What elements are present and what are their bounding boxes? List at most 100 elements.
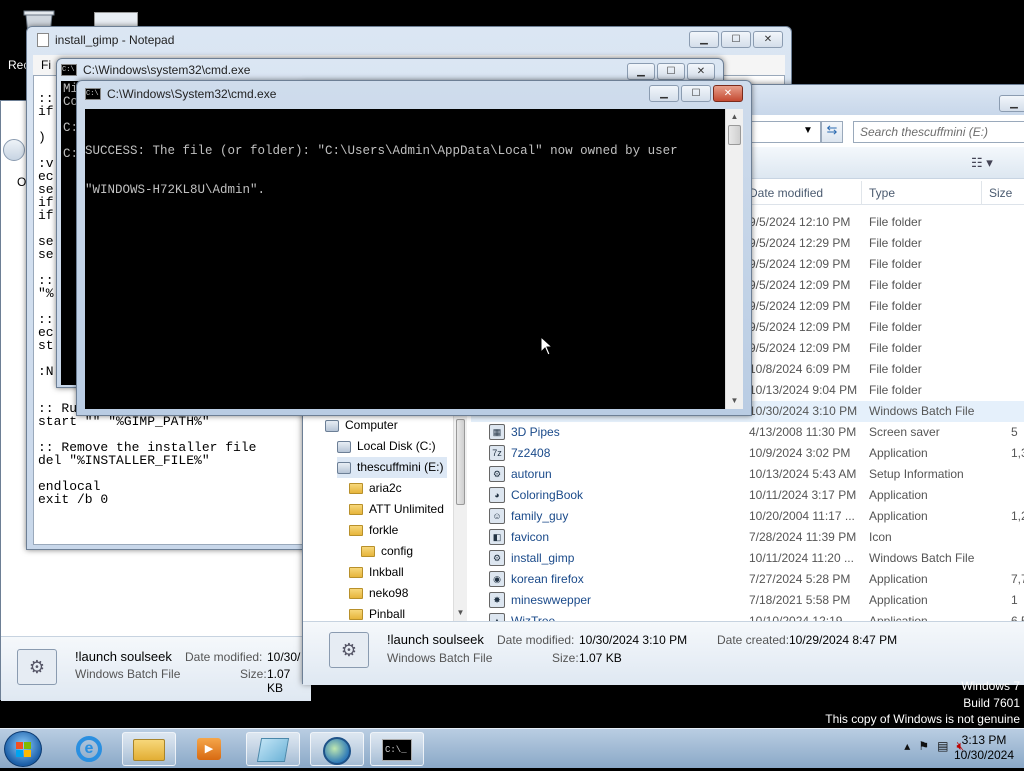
row-date: 10/11/2024 3:17 PM (749, 488, 857, 502)
details-size: 1.07 KB (579, 651, 622, 665)
nav-tree-item[interactable]: thescuffmini (E:) (337, 457, 448, 478)
cmd-output-line: SUCCESS: The file (or folder): "C:\Users… (85, 144, 678, 158)
cmd-console[interactable]: SUCCESS: The file (or folder): "C:\Users… (85, 109, 725, 409)
file-list-row[interactable]: ☺ family_guy 10/20/2004 11:17 ... Applicati… (471, 506, 1024, 527)
cmd-scrollbar[interactable]: ▲ ▼ (725, 109, 743, 409)
firefox-icon: ◉ (489, 571, 505, 587)
notepad-title-bar[interactable]: install_gimp - Notepad (37, 33, 174, 47)
row-name: autorun (511, 467, 552, 481)
cmd-title-bar[interactable]: C:\ C:\Windows\System32\cmd.exe (85, 87, 276, 101)
notepad-text: :: if):v ec se if if se se:: "%:: ec st:N (38, 92, 54, 378)
file-list-row[interactable]: ◧ favicon 7/28/2024 11:39 PM Icon (471, 527, 1024, 548)
refresh-button[interactable]: ⇆ (821, 121, 843, 143)
nav-tree-label: neko98 (369, 586, 409, 600)
nav-tree-item[interactable]: aria2c (349, 478, 402, 499)
nav-tree-label: Local Disk (C:) (357, 439, 436, 453)
details-name: !launch soulseek (387, 632, 484, 647)
cmd-back-title-bar[interactable]: C:\ C:\Windows\system32\cmd.exe (61, 63, 250, 77)
nav-tree-item[interactable]: Local Disk (C:) (337, 436, 436, 457)
media-player-taskbar-button[interactable]: ▶ (182, 732, 236, 766)
start-button[interactable] (4, 731, 42, 767)
row-date: 7/27/2024 5:28 PM (749, 572, 851, 586)
cmd-output-line: "WINDOWS-H72KL8U\Admin". (85, 183, 266, 197)
nav-tree-item[interactable]: forkle (349, 520, 398, 541)
nav-tree-item[interactable]: config (361, 541, 413, 562)
folder-icon (349, 525, 363, 536)
network-icon[interactable]: ▤ (937, 739, 948, 754)
maximize-button[interactable]: ☐ (657, 63, 685, 80)
cmd-title: C:\Windows\System32\cmd.exe (107, 87, 277, 101)
nav-tree-label: config (381, 544, 414, 558)
explorer-taskbar-button[interactable] (122, 732, 176, 766)
file-list-row[interactable]: ⚙ install_gimp 10/11/2024 11:20 ... Windows… (471, 548, 1024, 569)
notepad-line: se (38, 247, 54, 262)
details-created-label: Date created: (717, 633, 790, 647)
file-list-row[interactable]: ✸ mineswwepper 7/18/2021 5:58 PM Applicatio… (471, 590, 1024, 611)
ie-taskbar-button[interactable]: e (62, 732, 116, 766)
nav-tree-item[interactable]: Computer (325, 415, 398, 436)
folder-icon (349, 588, 363, 599)
maximize-button[interactable]: ☐ (721, 31, 751, 48)
close-button[interactable]: ✕ (713, 85, 743, 102)
cmd-scroll-thumb[interactable] (728, 125, 741, 145)
details-name: !launch soulseek (75, 649, 172, 664)
row-name: mineswwepper (511, 593, 592, 607)
browser-taskbar-button[interactable] (310, 732, 364, 766)
row-name: ColoringBook (511, 488, 584, 502)
clock-time: 3:13 PM (961, 733, 1007, 747)
row-size: 5 (1011, 425, 1018, 439)
details-modified-label: Date modified: (497, 633, 575, 647)
column-date[interactable]: Date modified (749, 186, 823, 200)
column-divider (861, 181, 862, 205)
row-type: File folder (869, 215, 922, 229)
mouse-cursor-icon (540, 335, 554, 356)
show-hidden-icons-icon[interactable]: ▴ (904, 739, 910, 754)
nav-tree-item[interactable]: Pinball (349, 604, 405, 621)
address-dropdown-icon[interactable]: ▼ (803, 125, 813, 136)
column-type[interactable]: Type (869, 186, 895, 200)
row-size: 1 (1011, 593, 1018, 607)
action-center-flag-icon[interactable]: ⚑ (918, 739, 929, 754)
menu-file[interactable]: Fi (41, 58, 51, 72)
cmd-taskbar-button[interactable]: C:\_ (370, 732, 424, 766)
file-list-row[interactable]: ◉ korean firefox 7/27/2024 5:28 PM Applicat… (471, 569, 1024, 590)
nav-tree-label: aria2c (369, 481, 402, 495)
column-size[interactable]: Size (989, 186, 1012, 200)
close-button[interactable]: ✕ (687, 63, 715, 80)
notepad-title: install_gimp - Notepad (55, 33, 175, 47)
genuine-warning-text: This copy of Windows is not genuine (825, 712, 1020, 726)
notepad-taskbar-button[interactable] (246, 732, 300, 766)
minimize-button[interactable]: ▁ (649, 85, 679, 102)
folder-icon (349, 609, 363, 620)
search-input[interactable]: Search thescuffmini (E:) (853, 121, 1024, 143)
row-date: 10/8/2024 6:09 PM (749, 362, 851, 376)
file-list-row[interactable]: 7z 7z2408 10/9/2024 3:02 PM Application 1,3 (471, 443, 1024, 464)
app-icon: ☺ (489, 508, 505, 524)
batch-file-icon: ⚙ (329, 632, 369, 668)
close-button[interactable]: ✕ (753, 31, 783, 48)
file-list-row[interactable]: ⚙ autorun 10/13/2024 5:43 AM Setup Informat… (471, 464, 1024, 485)
details-pane: ⚙ !launch soulseek Windows Batch File Da… (303, 621, 1024, 685)
row-date: 9/5/2024 12:09 PM (749, 278, 851, 292)
details-size-label: Size: (240, 667, 267, 681)
maximize-button[interactable]: ☐ (681, 85, 711, 102)
minimize-button[interactable]: ▁ (999, 95, 1024, 112)
row-type: Windows Batch File (869, 551, 975, 565)
nav-scrollbar[interactable]: ▼ (453, 415, 467, 621)
nav-tree-item[interactable]: Inkball (349, 562, 404, 583)
minimize-button[interactable]: ▁ (689, 31, 719, 48)
nav-tree-item[interactable]: ATT Unlimited (349, 499, 444, 520)
nav-tree-label: thescuffmini (E:) (357, 460, 444, 474)
file-list-row[interactable]: ▦ 3D Pipes 4/13/2008 11:30 PM Screen saver 5 (471, 422, 1024, 443)
clock[interactable]: 3:13 PM 10/30/2024 (952, 733, 1016, 763)
nav-tree-label: Pinball (369, 607, 406, 621)
nav-tree-item[interactable]: neko98 (349, 583, 408, 604)
minimize-button[interactable]: ▁ (627, 63, 655, 80)
view-options-icon[interactable]: ☷ ▾ (971, 155, 993, 171)
details-type: Windows Batch File (387, 651, 493, 665)
file-list-row[interactable]: ◕ ColoringBook 10/11/2024 3:17 PM Applicati… (471, 485, 1024, 506)
row-name: family_guy (511, 509, 569, 523)
windows-logo-icon (16, 742, 31, 757)
back-nav-button[interactable] (3, 139, 25, 161)
row-date: 9/5/2024 12:29 PM (749, 236, 851, 250)
